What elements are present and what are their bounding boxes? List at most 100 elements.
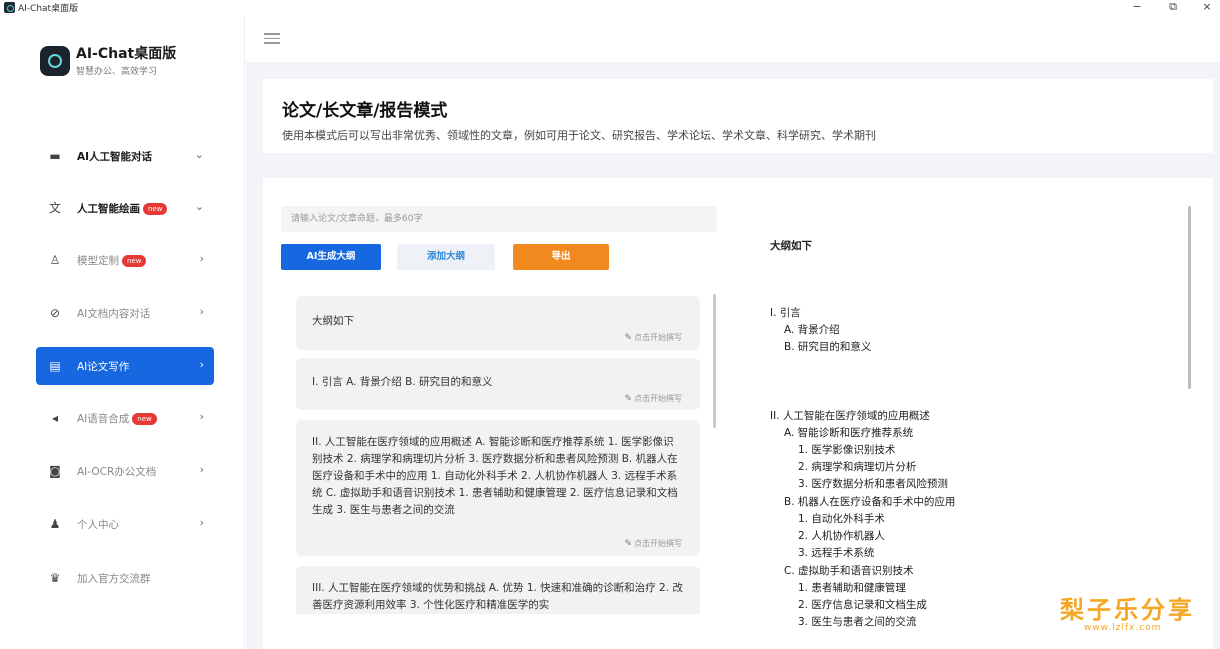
topic-input[interactable] bbox=[281, 206, 717, 232]
outline-line: A. 背景介绍 bbox=[784, 324, 840, 336]
translate-icon: 文 bbox=[48, 201, 61, 215]
outline-line: II. 人工智能在医疗领域的应用概述 bbox=[770, 410, 930, 422]
speaker-icon: ◂ bbox=[51, 411, 59, 425]
outline-section-list: 大纲如下 ✎ 点击开始撰写 I. 引言 A. 背景介绍 B. 研究目的和意义 ✎ 点… bbox=[296, 296, 716, 614]
sidebar-item-ai-chat[interactable]: ▬ AI人工智能对话 ⌄ bbox=[36, 137, 214, 175]
outline-line: 2. 人机协作机器人 bbox=[798, 530, 885, 542]
sidebar-item-paper-writing[interactable]: ▤ AI论文写作 › bbox=[36, 347, 214, 385]
close-button[interactable]: × bbox=[1192, 0, 1220, 15]
new-badge: new bbox=[143, 203, 168, 215]
section-list-scrollbar[interactable] bbox=[713, 294, 716, 428]
outline-line: A. 智能诊断和医疗推荐系统 bbox=[784, 427, 914, 439]
outline-line: 3. 远程手术系统 bbox=[798, 547, 875, 559]
chevron-right-icon: › bbox=[199, 463, 204, 476]
outline-line: 1. 自动化外科手术 bbox=[798, 513, 885, 525]
sidebar-item-label: 人工智能绘画 new bbox=[77, 201, 168, 216]
menu-icon[interactable] bbox=[264, 33, 280, 44]
camera-icon: ◙ bbox=[49, 464, 61, 478]
sidebar-item-label: AI语音合成 new bbox=[77, 411, 157, 426]
watermark-url: www.lzlfx.com bbox=[1084, 623, 1162, 633]
chevron-right-icon: › bbox=[199, 252, 204, 265]
outline-line: 3. 医生与患者之间的交流 bbox=[798, 616, 917, 628]
sidebar-item-doc-chat[interactable]: ⊘ AI文档内容对话 › bbox=[36, 294, 214, 332]
minimize-button[interactable]: − bbox=[1122, 0, 1152, 15]
list-item[interactable]: I. 引言 A. 背景介绍 B. 研究目的和意义 ✎ 点击开始撰写 bbox=[296, 358, 700, 410]
export-button[interactable]: 导出 bbox=[513, 244, 609, 270]
sidebar-item-label: AI文档内容对话 bbox=[77, 308, 151, 320]
top-bar bbox=[246, 16, 1220, 62]
document-icon: ▤ bbox=[49, 359, 61, 373]
sidebar-item-label: AI论文写作 bbox=[77, 361, 130, 373]
outline-line: I. 引言 bbox=[770, 307, 801, 319]
generate-outline-button[interactable]: AI生成大纲 bbox=[281, 244, 381, 270]
new-badge: new bbox=[132, 413, 157, 425]
brand-tagline: 智慧办公、高效学习 bbox=[76, 67, 158, 77]
add-outline-button[interactable]: 添加大纲 bbox=[397, 244, 495, 270]
compass-icon: ⊘ bbox=[49, 306, 61, 320]
pencil-icon: ✎ bbox=[624, 539, 632, 549]
sidebar-item-text: AI语音合成 bbox=[77, 413, 130, 425]
pencil-icon: ✎ bbox=[624, 333, 632, 343]
user-icon: ♟ bbox=[49, 517, 61, 531]
flask-icon: ♙ bbox=[49, 253, 61, 267]
outline-line: 2. 病理学和病理切片分析 bbox=[798, 461, 917, 473]
start-writing-label: 点击开始撰写 bbox=[634, 394, 682, 403]
outline-line: B. 研究目的和意义 bbox=[784, 341, 872, 353]
start-writing-link[interactable]: ✎ 点击开始撰写 bbox=[624, 393, 682, 404]
section-text: II. 人工智能在医疗领域的应用概述 A. 智能诊断和医疗推荐系统 1. 医学影… bbox=[312, 436, 678, 516]
chevron-right-icon: › bbox=[199, 516, 204, 529]
app-logo bbox=[40, 46, 70, 76]
start-writing-label: 点击开始撰写 bbox=[634, 333, 682, 342]
outline-line: C. 虚拟助手和语音识别技术 bbox=[784, 565, 914, 577]
outline-line: 2. 医疗信息记录和文档生成 bbox=[798, 599, 927, 611]
outline-line: 3. 医疗数据分析和患者风险预测 bbox=[798, 478, 948, 490]
sidebar-item-voice-synthesis[interactable]: ◂ AI语音合成 new › bbox=[36, 399, 214, 437]
window-title: AI-Chat桌面版 bbox=[18, 4, 79, 14]
window-title-bar: AI-Chat桌面版 − ⧉ × bbox=[0, 0, 1220, 15]
sidebar-item-profile[interactable]: ♟ 个人中心 › bbox=[36, 505, 214, 543]
maximize-button[interactable]: ⧉ bbox=[1158, 0, 1188, 15]
section-text: 大纲如下 bbox=[312, 315, 354, 327]
outline-heading: 大纲如下 bbox=[770, 240, 812, 252]
chevron-down-icon: ⌄ bbox=[194, 200, 204, 213]
chevron-down-icon: ⌄ bbox=[194, 148, 204, 161]
content-card: AI生成大纲 添加大纲 导出 大纲如下 ✎点击开始撰写 I. 引言 A. 背景介… bbox=[263, 178, 1213, 649]
sidebar: AI-Chat桌面版 智慧办公、高效学习 ▬ AI人工智能对话 ⌄ 文 人工智能… bbox=[5, 16, 245, 649]
page-title: 论文/长文章/报告模式 bbox=[282, 101, 448, 121]
sidebar-item-join-group[interactable]: ♛ 加入官方交流群 bbox=[36, 559, 214, 597]
section-text: III. 人工智能在医疗领域的优势和挑战 A. 优势 1. 快速和准确的诊断和治… bbox=[312, 582, 683, 611]
chevron-right-icon: › bbox=[199, 305, 204, 318]
chevron-right-icon: › bbox=[199, 358, 204, 371]
list-item[interactable]: 大纲如下 ✎ 点击开始撰写 bbox=[296, 296, 700, 350]
sidebar-item-label: 个人中心 bbox=[77, 519, 119, 531]
sidebar-item-text: 模型定制 bbox=[77, 255, 119, 267]
start-writing-link[interactable]: ✎ 点击开始撰写 bbox=[624, 332, 682, 343]
page-description: 使用本模式后可以写出非常优秀、领域性的文章，例如可用于论文、研究报告、学术论坛、… bbox=[282, 129, 876, 142]
section-text: I. 引言 A. 背景介绍 B. 研究目的和意义 bbox=[312, 376, 493, 388]
chat-icon: ▬ bbox=[49, 149, 61, 163]
brand-name: AI-Chat桌面版 bbox=[76, 46, 177, 62]
start-writing-label: 点击开始撰写 bbox=[634, 539, 682, 548]
app-icon bbox=[4, 2, 15, 13]
list-item[interactable]: II. 人工智能在医疗领域的应用概述 A. 智能诊断和医疗推荐系统 1. 医学影… bbox=[296, 420, 700, 556]
sidebar-item-label: 加入官方交流群 bbox=[77, 573, 151, 585]
start-writing-link[interactable]: ✎ 点击开始撰写 bbox=[624, 538, 682, 549]
outline-scrollbar[interactable] bbox=[1188, 206, 1191, 389]
crown-icon: ♛ bbox=[49, 571, 61, 585]
sidebar-item-label: AI人工智能对话 bbox=[77, 151, 153, 163]
sidebar-item-ocr[interactable]: ◙ AI-OCR办公文档 › bbox=[36, 452, 214, 490]
pencil-icon: ✎ bbox=[624, 394, 632, 404]
chevron-right-icon: › bbox=[199, 410, 204, 423]
sidebar-item-ai-painting[interactable]: 文 人工智能绘画 new ⌄ bbox=[36, 189, 214, 227]
outline-line: 1. 患者辅助和健康管理 bbox=[798, 582, 906, 594]
watermark-text: 梨子乐分享 bbox=[1060, 596, 1195, 624]
sidebar-item-text: 人工智能绘画 bbox=[77, 203, 140, 215]
outline-preview: 大纲如下 I. 引言 A. 背景介绍 B. 研究目的和意义 II. 人工智能在医… bbox=[768, 178, 1188, 649]
list-item[interactable]: III. 人工智能在医疗领域的优势和挑战 A. 优势 1. 快速和准确的诊断和治… bbox=[296, 566, 700, 614]
new-badge: new bbox=[122, 255, 147, 267]
sidebar-item-model-custom[interactable]: ♙ 模型定制 new › bbox=[36, 241, 214, 279]
page-header: 论文/长文章/报告模式 使用本模式后可以写出非常优秀、领域性的文章，例如可用于论… bbox=[263, 79, 1213, 153]
outline-line: B. 机器人在医疗设备和手术中的应用 bbox=[784, 496, 956, 508]
sidebar-item-label: 模型定制 new bbox=[77, 253, 147, 268]
outline-line: 1. 医学影像识别技术 bbox=[798, 444, 896, 456]
